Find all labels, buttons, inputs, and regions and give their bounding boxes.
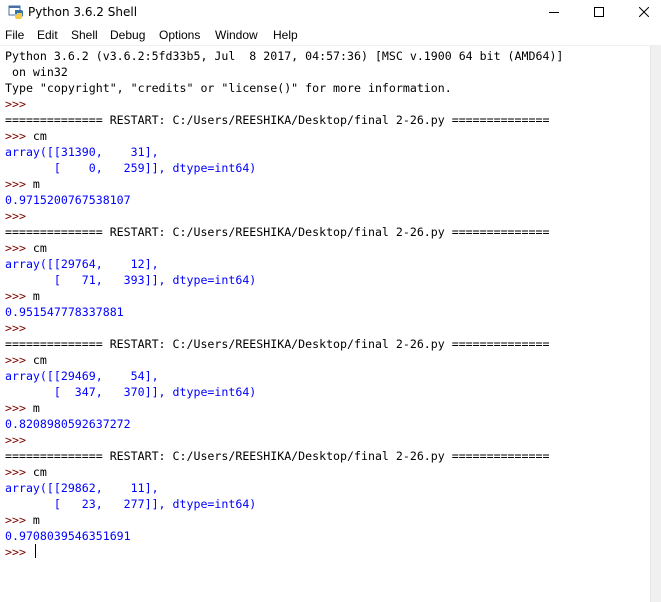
- shell-info-text: Python 3.6.2 (v3.6.2:5fd33b5, Jul 8 2017…: [5, 49, 564, 63]
- restart-banner: ============== RESTART: C:/Users/REESHIK…: [5, 337, 550, 351]
- console-line: >>>: [5, 208, 563, 224]
- shell-output-text: [ 71, 393]], dtype=int64): [5, 273, 257, 287]
- shell-prompt: >>>: [5, 433, 33, 447]
- shell-prompt: >>>: [5, 177, 33, 191]
- shell-output-text: [ 347, 370]], dtype=int64): [5, 385, 257, 399]
- shell-prompt: >>>: [5, 353, 33, 367]
- shell-output-text: 0.9715200767538107: [5, 193, 131, 207]
- console-line: >>> cm: [5, 240, 563, 256]
- console-line: ============== RESTART: C:/Users/REESHIK…: [5, 336, 563, 352]
- console-line: [ 0, 259]], dtype=int64): [5, 160, 563, 176]
- shell-input-text: m: [32, 401, 40, 415]
- shell-output-text: 0.951547778337881: [5, 305, 124, 319]
- console-line: >>>: [5, 544, 563, 560]
- shell-input-text: m: [32, 177, 40, 191]
- console-line: ============== RESTART: C:/Users/REESHIK…: [5, 448, 563, 464]
- shell-output-text: array([[29764, 12],: [5, 257, 159, 271]
- shell-info-text: Type "copyright", "credits" or "license(…: [5, 81, 452, 95]
- shell-output-text: array([[29469, 54],: [5, 369, 159, 383]
- console-line: array([[29469, 54],: [5, 368, 563, 384]
- shell-prompt: >>>: [5, 465, 33, 479]
- console-line: >>> m: [5, 176, 563, 192]
- console-line: >>> m: [5, 400, 563, 416]
- console-line: 0.9715200767538107: [5, 192, 563, 208]
- console-line: 0.951547778337881: [5, 304, 563, 320]
- shell-prompt: >>>: [5, 209, 33, 223]
- menu-window[interactable]: Window: [215, 28, 258, 43]
- minimize-button[interactable]: [531, 0, 577, 24]
- console-line: Type "copyright", "credits" or "license(…: [5, 80, 563, 96]
- maximize-icon: [594, 7, 604, 17]
- console-output[interactable]: Python 3.6.2 (v3.6.2:5fd33b5, Jul 8 2017…: [5, 48, 563, 560]
- console-line: Python 3.6.2 (v3.6.2:5fd33b5, Jul 8 2017…: [5, 48, 563, 64]
- window-title: Python 3.6.2 Shell: [28, 5, 138, 19]
- shell-input-text: m: [32, 513, 40, 527]
- shell-input-text: cm: [32, 241, 47, 255]
- restart-banner: ============== RESTART: C:/Users/REESHIK…: [5, 113, 550, 127]
- title-bar[interactable]: Python 3.6.2 Shell: [0, 0, 661, 24]
- shell-prompt: >>>: [5, 289, 33, 303]
- menu-debug[interactable]: Debug: [110, 28, 145, 43]
- console-line: array([[29764, 12],: [5, 256, 563, 272]
- console-line: >>> cm: [5, 128, 563, 144]
- console-line: [ 23, 277]], dtype=int64): [5, 496, 563, 512]
- python-logo-icon: [8, 4, 24, 20]
- console-line: >>> cm: [5, 352, 563, 368]
- console-line: on win32: [5, 64, 563, 80]
- console-line: 0.8208980592637272: [5, 416, 563, 432]
- menu-shell[interactable]: Shell: [71, 28, 98, 43]
- shell-output-text: [ 23, 277]], dtype=int64): [5, 497, 257, 511]
- console-line: >>>: [5, 432, 563, 448]
- console-line: ============== RESTART: C:/Users/REESHIK…: [5, 224, 563, 240]
- restart-banner: ============== RESTART: C:/Users/REESHIK…: [5, 225, 550, 239]
- console-line: >>>: [5, 96, 563, 112]
- console-line: >>> m: [5, 512, 563, 528]
- minimize-icon: [549, 12, 559, 13]
- shell-prompt: >>>: [5, 321, 33, 335]
- console-line: array([[29862, 11],: [5, 480, 563, 496]
- restart-banner: ============== RESTART: C:/Users/REESHIK…: [5, 449, 550, 463]
- console-line: array([[31390, 31],: [5, 144, 563, 160]
- shell-prompt: >>>: [5, 97, 33, 111]
- shell-output-text: 0.9708039546351691: [5, 529, 131, 543]
- vertical-scrollbar[interactable]: [650, 46, 661, 602]
- shell-prompt: >>>: [5, 241, 33, 255]
- console-line: >>> m: [5, 288, 563, 304]
- shell-text-area[interactable]: Python 3.6.2 (v3.6.2:5fd33b5, Jul 8 2017…: [0, 46, 650, 602]
- shell-output-text: array([[31390, 31],: [5, 145, 159, 159]
- shell-prompt: >>>: [5, 401, 33, 415]
- text-caret[interactable]: [34, 544, 36, 558]
- shell-input-text: cm: [32, 465, 47, 479]
- shell-info-text: on win32: [5, 65, 68, 79]
- console-line: >>> cm: [5, 464, 563, 480]
- close-button[interactable]: [621, 0, 661, 24]
- menu-edit[interactable]: Edit: [37, 28, 58, 43]
- maximize-button[interactable]: [576, 0, 622, 24]
- close-icon: [639, 7, 649, 17]
- menu-options[interactable]: Options: [159, 28, 200, 43]
- shell-output-text: 0.8208980592637272: [5, 417, 131, 431]
- menu-help[interactable]: Help: [273, 28, 298, 43]
- console-line: 0.9708039546351691: [5, 528, 563, 544]
- shell-prompt: >>>: [5, 513, 33, 527]
- console-line: >>>: [5, 320, 563, 336]
- console-line: [ 71, 393]], dtype=int64): [5, 272, 563, 288]
- shell-output-text: array([[29862, 11],: [5, 481, 159, 495]
- shell-input-text: m: [32, 289, 40, 303]
- shell-prompt: >>>: [5, 129, 33, 143]
- shell-input-text: cm: [32, 353, 47, 367]
- shell-output-text: [ 0, 259]], dtype=int64): [5, 161, 257, 175]
- console-line: ============== RESTART: C:/Users/REESHIK…: [5, 112, 563, 128]
- menu-bar: File Edit Shell Debug Options Window Hel…: [0, 26, 661, 45]
- shell-prompt: >>>: [5, 545, 33, 559]
- menu-file[interactable]: File: [5, 28, 24, 43]
- idle-shell-window: Python 3.6.2 Shell File Edit Shell Debug…: [0, 0, 661, 602]
- shell-input-text: cm: [32, 129, 47, 143]
- console-line: [ 347, 370]], dtype=int64): [5, 384, 563, 400]
